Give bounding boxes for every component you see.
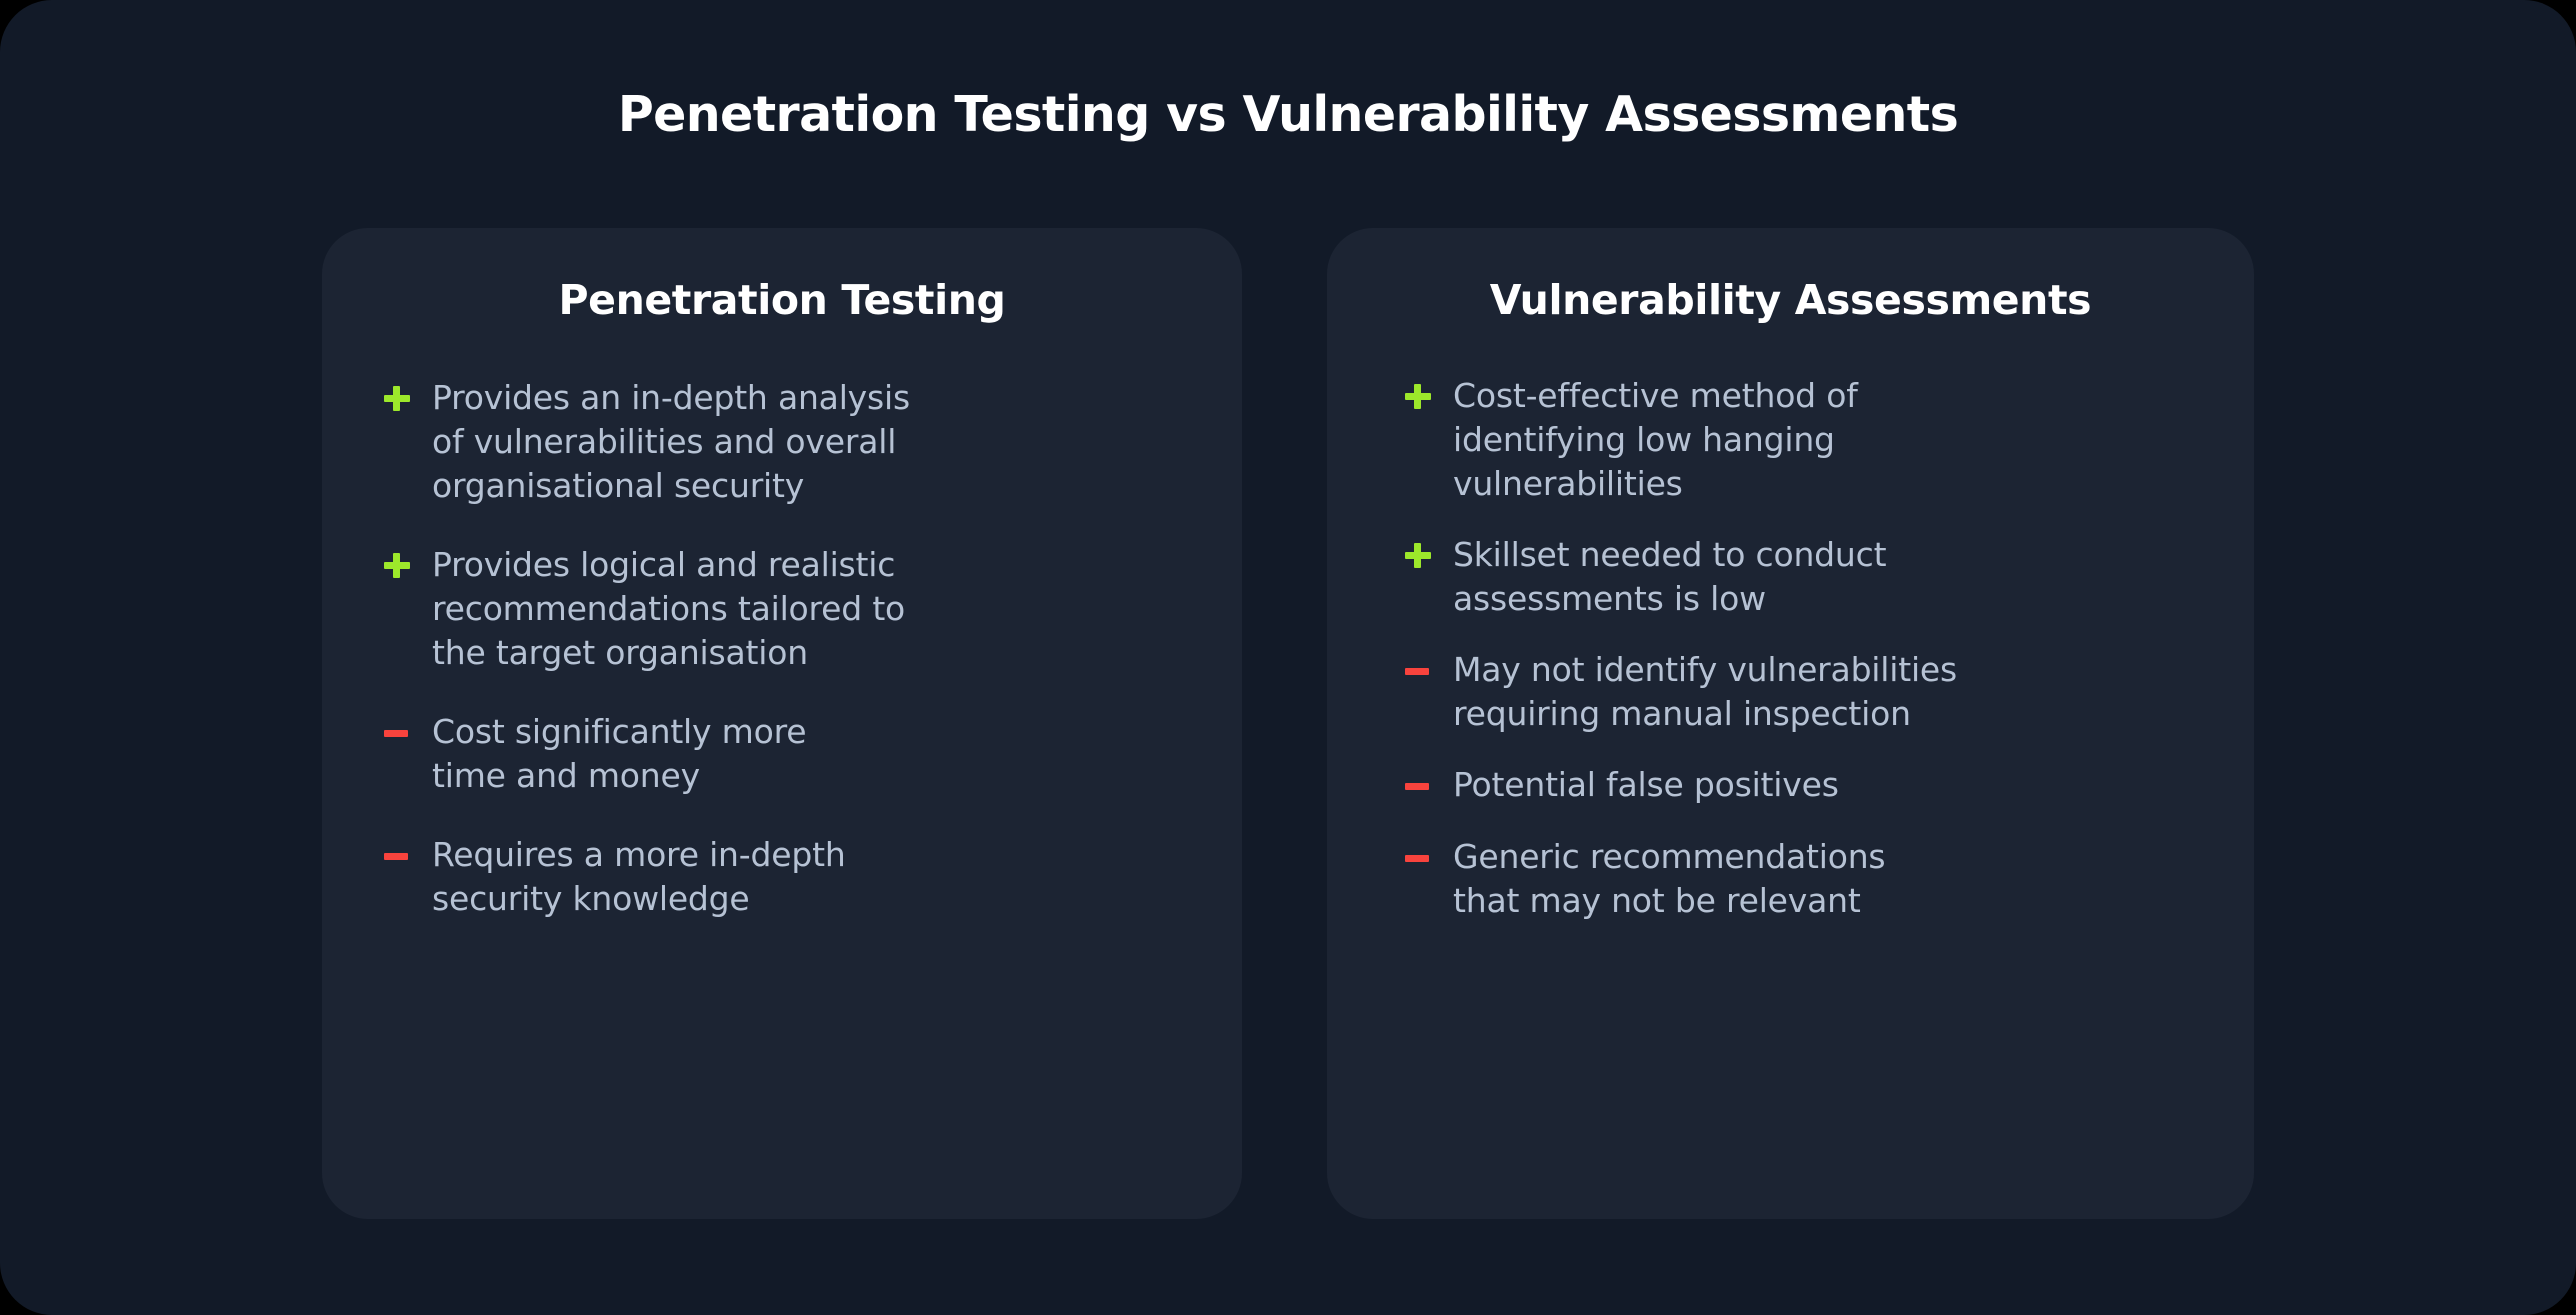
comparison-infographic: Penetration Testing vs Vulnerability Ass… xyxy=(0,0,2576,1315)
list-item: Potential false positives xyxy=(1403,763,2208,808)
minus-icon xyxy=(1403,835,1453,880)
card-title-penetration-testing: Penetration Testing xyxy=(558,276,1006,324)
list-item: Requires a more in-depth security knowle… xyxy=(382,833,1196,921)
plus-icon xyxy=(1403,533,1453,578)
minus-icon xyxy=(1403,763,1453,808)
comparison-cards-container: Penetration Testing Provides an in-depth… xyxy=(322,228,2254,1219)
plus-icon xyxy=(1403,374,1453,419)
list-item: Cost significantly more time and money xyxy=(382,710,1196,798)
card-penetration-testing: Penetration Testing Provides an in-depth… xyxy=(322,228,1242,1219)
bullet-text: Cost significantly more time and money xyxy=(432,712,807,795)
minus-icon xyxy=(382,710,432,755)
list-item: Generic recommendations that may not be … xyxy=(1403,835,2208,923)
plus-icon xyxy=(382,543,432,588)
list-item: May not identify vulnerabilities requiri… xyxy=(1403,648,2208,736)
bullet-list-penetration-testing: Provides an in-depth analysis of vulnera… xyxy=(368,376,1196,921)
minus-icon xyxy=(1403,648,1453,693)
list-item: Provides logical and realistic recommend… xyxy=(382,543,1196,675)
list-item: Cost-effective method of identifying low… xyxy=(1403,374,2208,506)
bullet-text: Provides an in-depth analysis of vulnera… xyxy=(432,378,910,505)
card-vulnerability-assessments: Vulnerability Assessments Cost-effective… xyxy=(1327,228,2254,1219)
bullet-text: Skillset needed to conduct assessments i… xyxy=(1453,535,1887,618)
bullet-text: May not identify vulnerabilities requiri… xyxy=(1453,650,1958,733)
list-item: Skillset needed to conduct assessments i… xyxy=(1403,533,2208,621)
bullet-text: Requires a more in-depth security knowle… xyxy=(432,835,846,918)
card-title-vulnerability-assessments: Vulnerability Assessments xyxy=(1489,276,2092,324)
bullet-text: Provides logical and realistic recommend… xyxy=(432,545,906,672)
plus-icon xyxy=(382,376,432,421)
page-title: Penetration Testing vs Vulnerability Ass… xyxy=(617,86,1959,143)
bullet-text: Cost-effective method of identifying low… xyxy=(1453,376,1858,503)
minus-icon xyxy=(382,833,432,878)
list-item: Provides an in-depth analysis of vulnera… xyxy=(382,376,1196,508)
bullet-text: Potential false positives xyxy=(1453,765,1839,804)
bullet-text: Generic recommendations that may not be … xyxy=(1453,837,1886,920)
bullet-list-vulnerability-assessments: Cost-effective method of identifying low… xyxy=(1373,374,2208,923)
